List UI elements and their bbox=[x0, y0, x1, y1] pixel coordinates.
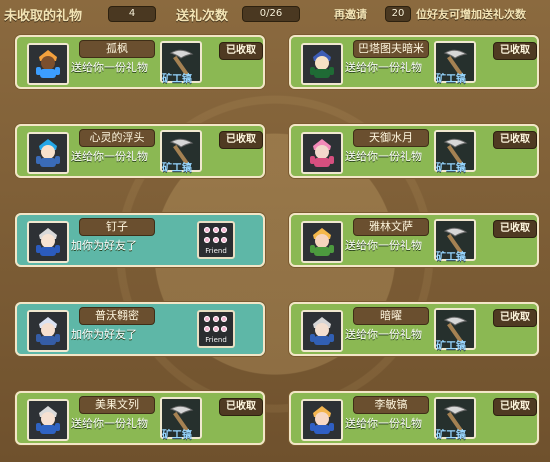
gift-item-label: 矿工镐 bbox=[436, 252, 466, 263]
character-portrait-icon bbox=[303, 401, 341, 439]
claimed-button[interactable]: 已收取 bbox=[493, 398, 537, 416]
sender-name: 普沃翱密 bbox=[79, 307, 155, 325]
character-portrait-icon bbox=[29, 45, 67, 83]
friend-person-dot bbox=[204, 227, 210, 233]
gift-card: 钉子加你为好友了 Friend bbox=[15, 213, 265, 267]
gift-message: 送给你一份礼物 bbox=[71, 417, 148, 430]
friend-icon: Friend bbox=[197, 310, 235, 348]
friend-people-icon bbox=[204, 316, 228, 334]
sender-name: 孤枫 bbox=[79, 40, 155, 58]
character-portrait-icon bbox=[29, 401, 67, 439]
friend-icon: Friend bbox=[197, 221, 235, 259]
claimed-button[interactable]: 已收取 bbox=[493, 131, 537, 149]
sender-name: 巴塔图夫暗米 bbox=[353, 40, 429, 58]
character-portrait-icon bbox=[29, 223, 67, 261]
gift-message: 送给你一份礼物 bbox=[345, 239, 422, 252]
gift-message: 送给你一份礼物 bbox=[345, 150, 422, 163]
character-portrait-icon bbox=[29, 134, 67, 172]
claimed-button[interactable]: 已收取 bbox=[219, 131, 263, 149]
gift-card: 普沃翱密加你为好友了 Friend bbox=[15, 302, 265, 356]
gift-card: 雅林文萨送给你一份礼物 矿工镐 已收取 bbox=[289, 213, 539, 267]
friend-label: Friend bbox=[205, 247, 227, 255]
character-portrait-icon bbox=[303, 134, 341, 172]
sender-avatar bbox=[301, 43, 343, 85]
sender-avatar bbox=[301, 221, 343, 263]
gift-message: 送给你一份礼物 bbox=[71, 150, 148, 163]
sender-avatar bbox=[27, 221, 69, 263]
gift-message: 送给你一份礼物 bbox=[345, 61, 422, 74]
claimed-button[interactable]: 已收取 bbox=[493, 42, 537, 60]
sender-avatar bbox=[301, 310, 343, 352]
sender-avatar bbox=[27, 399, 69, 441]
gift-message: 加你为好友了 bbox=[71, 328, 137, 341]
character-portrait-icon bbox=[303, 312, 341, 350]
friend-person-dot bbox=[204, 326, 210, 332]
friend-person-dot bbox=[212, 326, 219, 332]
sender-name: 美果文列 bbox=[79, 396, 155, 414]
gift-item-label: 矿工镐 bbox=[162, 74, 192, 85]
gift-message: 送给你一份礼物 bbox=[345, 417, 422, 430]
character-portrait-icon bbox=[303, 223, 341, 261]
invite-prefix: 再邀请 bbox=[334, 8, 367, 21]
friend-person-dot bbox=[221, 237, 228, 243]
friend-person-dot bbox=[221, 326, 228, 332]
gift-item-label: 矿工镐 bbox=[436, 163, 466, 174]
friend-person-dot bbox=[204, 316, 210, 322]
invite-suffix: 位好友可增加送礼次数 bbox=[416, 8, 526, 21]
invite-count: 20 bbox=[385, 6, 411, 22]
gift-card: 美果文列送给你一份礼物 矿工镐 已收取 bbox=[15, 391, 265, 445]
sender-avatar bbox=[27, 132, 69, 174]
gift-message: 加你为好友了 bbox=[71, 239, 137, 252]
friend-person-dot bbox=[221, 227, 228, 233]
sender-avatar bbox=[301, 399, 343, 441]
gift-item-label: 矿工镐 bbox=[162, 163, 192, 174]
sender-name: 天御水月 bbox=[353, 129, 429, 147]
sender-name: 李敏镐 bbox=[353, 396, 429, 414]
gift-times-label: 送礼次数 bbox=[176, 9, 229, 24]
sender-name: 雅林文萨 bbox=[353, 218, 429, 236]
gift-message: 送给你一份礼物 bbox=[71, 61, 148, 74]
unclaimed-gifts-count: 4 bbox=[108, 6, 156, 22]
gift-card: 暗曜送给你一份礼物 矿工镐 已收取 bbox=[289, 302, 539, 356]
friend-person-dot bbox=[212, 237, 219, 243]
sender-avatar bbox=[27, 310, 69, 352]
unclaimed-gifts-label: 未收取的礼物 bbox=[4, 9, 83, 24]
claimed-button[interactable]: 已收取 bbox=[219, 42, 263, 60]
gift-card: 孤枫送给你一份礼物 矿工镐 已收取 bbox=[15, 35, 265, 89]
sender-avatar bbox=[301, 132, 343, 174]
friend-people-icon bbox=[204, 227, 228, 245]
sender-name: 心灵的浮头 bbox=[79, 129, 155, 147]
claimed-button[interactable]: 已收取 bbox=[493, 309, 537, 327]
gift-card: 巴塔图夫暗米送给你一份礼物 矿工镐 已收取 bbox=[289, 35, 539, 89]
friend-person-dot bbox=[212, 316, 219, 322]
gift-item-label: 矿工镐 bbox=[436, 430, 466, 441]
gift-card: 心灵的浮头送给你一份礼物 矿工镐 已收取 bbox=[15, 124, 265, 178]
friend-label: Friend bbox=[205, 336, 227, 344]
gift-item-label: 矿工镐 bbox=[436, 341, 466, 352]
gift-summary-bar: 未收取的礼物 4 送礼次数 0/26 再邀请 20 位好友可增加送礼次数 bbox=[0, 0, 550, 26]
gift-card: 天御水月送给你一份礼物 矿工镐 已收取 bbox=[289, 124, 539, 178]
gift-times-count: 0/26 bbox=[242, 6, 300, 22]
friend-person-dot bbox=[204, 237, 210, 243]
sender-avatar bbox=[27, 43, 69, 85]
gift-card: 李敏镐送给你一份礼物 矿工镐 已收取 bbox=[289, 391, 539, 445]
claimed-button[interactable]: 已收取 bbox=[493, 220, 537, 238]
gift-item-label: 矿工镐 bbox=[162, 430, 192, 441]
claimed-button[interactable]: 已收取 bbox=[219, 398, 263, 416]
friend-person-dot bbox=[221, 316, 228, 322]
gift-message: 送给你一份礼物 bbox=[345, 328, 422, 341]
character-portrait-icon bbox=[303, 45, 341, 83]
friend-person-dot bbox=[212, 227, 219, 233]
sender-name: 钉子 bbox=[79, 218, 155, 236]
sender-name: 暗曜 bbox=[353, 307, 429, 325]
gift-item-label: 矿工镐 bbox=[436, 74, 466, 85]
character-portrait-icon bbox=[29, 312, 67, 350]
